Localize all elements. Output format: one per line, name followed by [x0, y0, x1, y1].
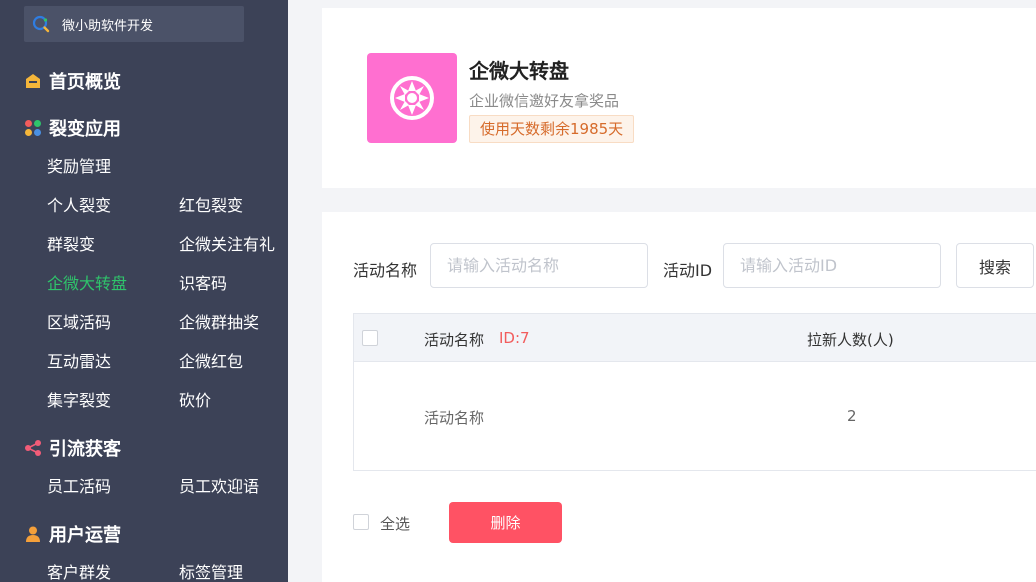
activity-list-card: 活动名称 活动ID 搜索 活动名称 ID:7 拉新人数(人) 活动名称 2 全选…: [322, 212, 1036, 582]
sidebar-item-radar[interactable]: 互动雷达: [47, 348, 111, 372]
brand-bar[interactable]: 微小助软件开发: [24, 6, 244, 42]
sidebar-item-cust-group[interactable]: 客户群发: [47, 559, 111, 582]
nav-group-label: 用户运营: [49, 525, 121, 546]
row-new-count: 2: [847, 407, 857, 425]
activity-id-label: 活动ID: [663, 261, 713, 280]
wheel-icon: [390, 76, 434, 120]
nav-group-overview[interactable]: 首页概览: [24, 68, 121, 94]
header-checkbox[interactable]: [362, 330, 378, 346]
nav-group-label: 首页概览: [49, 72, 121, 93]
nav-group-label: 裂变应用: [49, 119, 121, 140]
sidebar-item-group[interactable]: 群裂变: [47, 231, 95, 255]
nav-group-fission[interactable]: 裂变应用: [24, 115, 121, 141]
app-info-card: 企微大转盘 企业微信邀好友拿奖品 使用天数剩余1985天: [322, 8, 1036, 188]
sidebar-item-welcome[interactable]: 员工欢迎语: [179, 473, 259, 497]
sidebar-item-bargain[interactable]: 砍价: [179, 387, 211, 411]
activity-id-tag: ID:7: [499, 329, 530, 347]
user-icon: [26, 526, 40, 542]
sidebar-item-group-lottery[interactable]: 企微群抽奖: [179, 309, 259, 333]
activity-table: 活动名称 ID:7 拉新人数(人) 活动名称 2: [353, 313, 1036, 471]
brand-name: 微小助软件开发: [62, 18, 154, 34]
delete-button[interactable]: 删除: [449, 502, 562, 543]
nav-group-acquisition[interactable]: 引流获客: [24, 435, 121, 461]
sidebar-item-wecom-redpack[interactable]: 企微红包: [179, 348, 243, 372]
share-icon: [25, 440, 41, 456]
sidebar-item-staff-code[interactable]: 员工活码: [47, 473, 111, 497]
sidebar-item-wheel[interactable]: 企微大转盘: [47, 270, 127, 294]
search-button[interactable]: 搜索: [956, 243, 1034, 288]
sidebar-item-personal[interactable]: 个人裂变: [47, 192, 111, 216]
table-header: 活动名称 ID:7 拉新人数(人): [354, 314, 1036, 362]
sidebar-item-tags[interactable]: 标签管理: [179, 559, 243, 582]
sidebar-item-follow[interactable]: 企微关注有礼: [179, 231, 275, 255]
select-all-checkbox[interactable]: [353, 514, 369, 530]
days-remaining-badge: 使用天数剩余1985天: [469, 115, 635, 143]
sidebar-item-redpack[interactable]: 红包裂变: [179, 192, 243, 216]
search-magnifier-icon: [32, 15, 50, 33]
sidebar: 微小助软件开发 首页概览 裂变应用 奖励管理 个人裂变 红包裂变 群裂变 企微关…: [0, 0, 288, 582]
column-header-count: 拉新人数(人): [807, 331, 894, 349]
app-subtitle: 企业微信邀好友拿奖品: [469, 92, 620, 110]
app-logo: [367, 53, 457, 143]
apps-grid-icon: [25, 120, 41, 136]
column-header-name: 活动名称: [424, 331, 485, 349]
nav-group-operations[interactable]: 用户运营: [24, 521, 121, 547]
sidebar-item-region[interactable]: 区域活码: [47, 309, 111, 333]
app-title: 企微大转盘: [469, 59, 569, 83]
nav-group-label: 引流获客: [49, 439, 121, 460]
activity-name-input[interactable]: [430, 243, 648, 288]
sidebar-item-reward[interactable]: 奖励管理: [47, 153, 111, 177]
sidebar-item-collect[interactable]: 集字裂变: [47, 387, 111, 411]
activity-id-input[interactable]: [723, 243, 941, 288]
sidebar-item-code[interactable]: 识客码: [179, 270, 227, 294]
select-all-label: 全选: [380, 515, 411, 533]
row-activity-name: 活动名称: [424, 409, 485, 427]
home-icon: [26, 74, 40, 88]
activity-name-label: 活动名称: [353, 261, 418, 280]
